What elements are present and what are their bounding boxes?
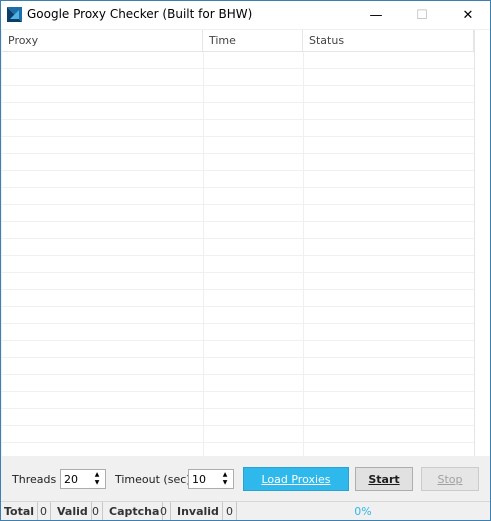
app-window: Google Proxy Checker (Built for BHW) — ☐… [0, 0, 491, 521]
threads-value[interactable]: 20 [64, 473, 78, 486]
timeout-stepper[interactable]: 10 ▲ ▼ [188, 469, 234, 489]
captcha-count: 0 [157, 502, 171, 520]
progress-percent: 0% [354, 505, 372, 518]
valid-label: Valid [54, 502, 92, 520]
stop-button[interactable]: Stop [421, 467, 479, 491]
proxy-grid[interactable]: Proxy Time Status [2, 30, 474, 456]
timeout-label: Timeout (sec) [115, 473, 191, 486]
close-button[interactable]: ✕ [445, 1, 490, 29]
threads-stepper[interactable]: 20 ▲ ▼ [60, 469, 106, 489]
column-divider [303, 52, 304, 456]
grid-empty-rows [2, 52, 474, 456]
title-bar[interactable]: Google Proxy Checker (Built for BHW) — ☐… [1, 1, 490, 29]
start-button[interactable]: Start [355, 467, 413, 491]
column-header-status[interactable]: Status [303, 30, 474, 51]
up-arrow-icon[interactable]: ▲ [218, 471, 232, 479]
timeout-value[interactable]: 10 [192, 473, 206, 486]
down-arrow-icon[interactable]: ▼ [90, 479, 104, 487]
invalid-label: Invalid [174, 502, 223, 520]
window-title: Google Proxy Checker (Built for BHW) [27, 7, 253, 21]
down-arrow-icon[interactable]: ▼ [218, 479, 232, 487]
total-count: 0 [37, 502, 51, 520]
total-label: Total [1, 502, 39, 520]
column-header-time[interactable]: Time [203, 30, 303, 51]
grid-scroll-gutter [474, 30, 490, 456]
maximize-button[interactable]: ☐ [399, 1, 445, 29]
invalid-count: 0 [223, 502, 237, 520]
controls-panel: Threads 20 ▲ ▼ Timeout (sec) 10 ▲ ▼ Load… [1, 457, 490, 499]
column-header-proxy[interactable]: Proxy [2, 30, 203, 51]
captcha-label: Captcha [106, 502, 164, 520]
minimize-button[interactable]: — [353, 1, 399, 29]
grid-header: Proxy Time Status [2, 30, 474, 52]
load-proxies-button[interactable]: Load Proxies [243, 467, 349, 491]
up-arrow-icon[interactable]: ▲ [90, 471, 104, 479]
app-logo-icon [7, 7, 22, 22]
column-divider [203, 52, 204, 456]
threads-label: Threads [12, 473, 57, 486]
status-bar: Total 0 Valid 0 Captcha 0 Invalid 0 0% [1, 501, 490, 520]
valid-count: 0 [89, 502, 103, 520]
